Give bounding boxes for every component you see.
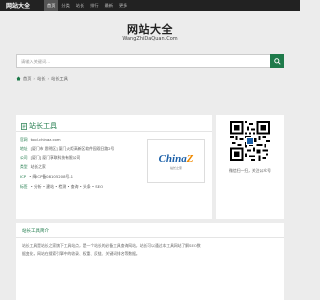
site-logo: ChinaZ 站长之家 [147, 139, 205, 183]
info-value-company: [厦门] 厦门享联科技有限公司 [30, 155, 81, 160]
info-value-type[interactable]: 站长之家 [31, 164, 46, 169]
site-subtitle: WangZhiDaQuan.Com [122, 36, 178, 42]
site-info-card: 站长工具 官网 tool.chinaz.com 地址 [厦门市 思明区] 厦门火炬高… [16, 115, 212, 219]
nav-item-webmaster[interactable]: 站长 [73, 0, 87, 11]
logo-wordmark: ChinaZ [159, 153, 194, 165]
intro-text: 站长工具是站长之家旗下工具站点，是一个站长的必备工具查询网站，站长可以通过本工具… [22, 243, 201, 256]
nav-item-more[interactable]: 更多 [116, 0, 130, 11]
breadcrumb-separator: › [47, 76, 50, 81]
brand-link[interactable]: 网站大全 [0, 1, 44, 10]
site-name-heading: 站长工具 [21, 121, 57, 131]
document-icon [21, 122, 27, 130]
logo-text: China [158, 152, 187, 165]
info-key-website: 官网 [20, 137, 28, 142]
nav-item-latest[interactable]: 最新 [102, 0, 116, 11]
info-value-icp: • 闽ICP备08105208号-1 [29, 174, 74, 179]
breadcrumb-home[interactable]: 首页 [23, 76, 31, 82]
info-value-address: [厦门市 思明区] 厦门火炬高新区软件园观日路2号 [30, 146, 115, 151]
info-company: 公司 [厦门] 厦门享联科技有限公司 [20, 155, 80, 161]
breadcrumb-category[interactable]: 站长 [37, 76, 45, 82]
nav-item-category[interactable]: 分类 [58, 0, 72, 11]
divider [16, 131, 212, 132]
site-title[interactable]: 网站大全 [0, 21, 300, 37]
search-button[interactable] [270, 54, 284, 68]
search-icon [273, 57, 281, 65]
info-key-company: 公司 [20, 155, 28, 160]
qr-code-image [230, 121, 270, 161]
info-tags: 标签 • 分析 • 建站 • 检测 • 查询 • 头条 • SEO [20, 184, 103, 190]
info-icp: ICP • 闽ICP备08105208号-1 [20, 174, 73, 180]
info-key-icp: ICP [20, 174, 27, 179]
qr-caption: 微信扫一扫，关注公众号 [229, 168, 271, 173]
info-website: 官网 tool.chinaz.com [20, 137, 61, 143]
intro-card: 站长工具简介 站长工具是站长之家旗下工具站点，是一个站长的必备工具查询网站，站长… [16, 223, 284, 300]
divider [16, 237, 284, 238]
breadcrumb: 首页 › 站长 › 站长工具 [16, 74, 68, 83]
top-navbar: 网站大全 首页 分类 站长 排行 最新 更多 [0, 0, 300, 11]
main-nav: 首页 分类 站长 排行 最新 更多 [44, 0, 130, 11]
nav-item-home[interactable]: 首页 [44, 0, 59, 11]
breadcrumb-current: 站长工具 [51, 75, 68, 81]
logo-accent: Z [186, 152, 194, 165]
intro-title: 站长工具简介 [22, 229, 49, 234]
search-bar [16, 54, 284, 68]
info-key-type: 类型 [20, 164, 28, 169]
info-value-website[interactable]: tool.chinaz.com [31, 137, 61, 142]
info-address: 地址 [厦门市 思明区] 厦门火炬高新区软件园观日路2号 [20, 146, 114, 152]
site-name: 站长工具 [29, 122, 57, 130]
info-key-tags: 标签 [20, 184, 28, 189]
qr-card: 微信扫一扫，关注公众号 [216, 115, 284, 219]
info-type: 类型 站长之家 [20, 164, 46, 170]
nav-item-rank[interactable]: 排行 [87, 0, 101, 11]
search-input[interactable] [16, 54, 270, 68]
logo-subtitle: 站长之家 [169, 165, 182, 170]
breadcrumb-separator: › [33, 76, 36, 81]
info-key-address: 地址 [20, 146, 28, 151]
home-icon [16, 76, 21, 81]
info-value-tags[interactable]: • 分析 • 建站 • 检测 • 查询 • 头条 • SEO [31, 184, 103, 189]
